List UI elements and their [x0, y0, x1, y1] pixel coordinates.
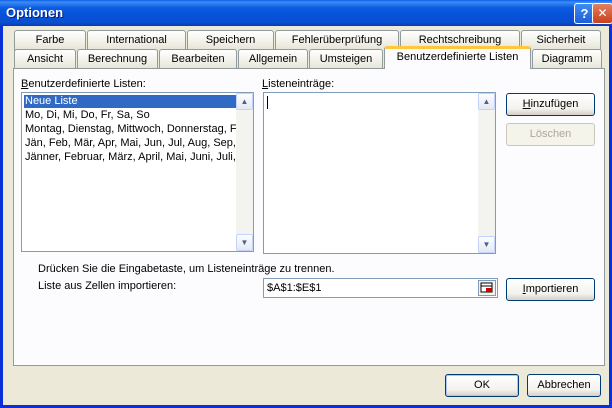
tab-benutzerdefinierte-listen[interactable]: Benutzerdefinierte Listen [384, 46, 531, 69]
list-item[interactable]: Montag, Dienstag, Mittwoch, Donnerstag, … [24, 123, 236, 136]
tab-allgemein[interactable]: Allgemein [238, 49, 308, 70]
custom-lists-label: Benutzerdefinierte Listen: [21, 78, 146, 90]
list-item[interactable]: Jänner, Februar, März, April, Mai, Juni,… [24, 151, 236, 164]
close-button[interactable]: ✕ [592, 3, 612, 24]
list-item[interactable]: Jän, Feb, Mär, Apr, Mai, Jun, Jul, Aug, … [24, 137, 236, 150]
title-bar[interactable]: Optionen ? ✕ [0, 0, 612, 26]
ok-button[interactable]: OK [445, 374, 519, 397]
import-button[interactable]: Importieren [506, 278, 595, 301]
import-range-field[interactable]: $A$1:$E$1 [263, 278, 498, 298]
tab-fehlerueberpruefung[interactable]: Fehlerüberprüfung [275, 30, 399, 51]
import-label: Liste aus Zellen importieren: [38, 280, 177, 292]
hint-text: Drücken Sie die Eingabetaste, um Listene… [38, 263, 335, 275]
tab-umsteigen[interactable]: Umsteigen [309, 49, 383, 70]
tab-panel: Benutzerdefinierte Listen: Neue Liste Mo… [13, 68, 605, 366]
tab-bearbeiten[interactable]: Bearbeiten [159, 49, 237, 70]
collapse-dialog-icon[interactable] [478, 280, 496, 296]
tab-ansicht[interactable]: Ansicht [14, 49, 76, 70]
window-title: Optionen [6, 5, 64, 20]
scroll-down-icon[interactable]: ▼ [478, 236, 495, 253]
tab-sicherheit[interactable]: Sicherheit [521, 30, 601, 51]
scroll-up-icon[interactable]: ▲ [478, 93, 495, 110]
tab-berechnung[interactable]: Berechnung [77, 49, 158, 70]
list-item[interactable]: Neue Liste [24, 95, 236, 108]
tab-diagramm[interactable]: Diagramm [532, 49, 602, 70]
options-dialog: Optionen ? ✕ Farbe International Speiche… [0, 0, 612, 408]
import-range-value: $A$1:$E$1 [267, 282, 322, 294]
list-entries-label: Listeneinträge: [262, 78, 335, 90]
scroll-down-icon[interactable]: ▼ [236, 234, 253, 251]
cancel-button[interactable]: Abbrechen [527, 374, 601, 397]
add-button[interactable]: Hinzufügen [506, 93, 595, 116]
custom-lists-listbox[interactable]: Neue Liste Mo, Di, Mi, Do, Fr, Sa, So Mo… [21, 92, 254, 252]
tab-farbe[interactable]: Farbe [14, 30, 86, 51]
tab-international[interactable]: International [87, 30, 186, 51]
tab-speichern[interactable]: Speichern [187, 30, 274, 51]
list-item[interactable]: Mo, Di, Mi, Do, Fr, Sa, So [24, 109, 236, 122]
list-entries-scrollbar[interactable]: ▲ ▼ [478, 93, 495, 253]
delete-button: Löschen [506, 123, 595, 146]
scroll-up-icon[interactable]: ▲ [236, 93, 253, 110]
list-entries-textarea[interactable]: ▲ ▼ [263, 92, 496, 254]
text-cursor [267, 96, 268, 109]
custom-lists-scrollbar[interactable]: ▲ ▼ [236, 93, 253, 251]
